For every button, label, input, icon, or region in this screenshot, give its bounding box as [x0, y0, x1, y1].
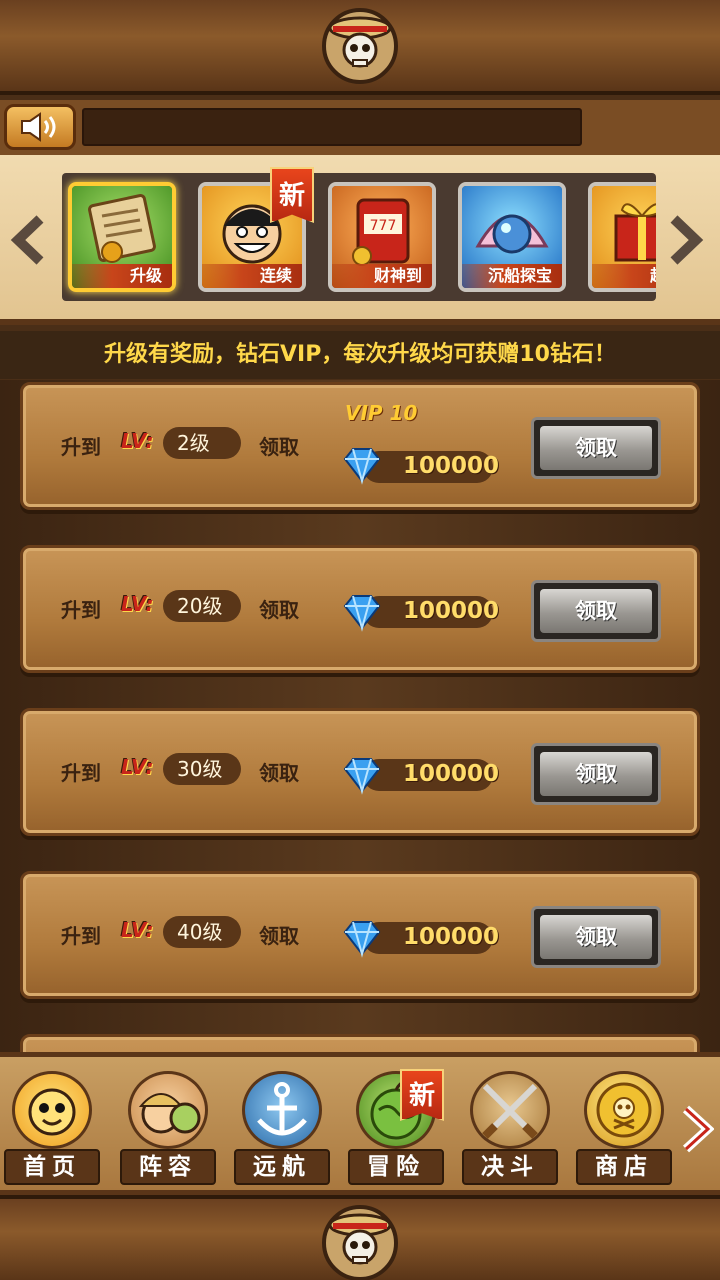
reach-label: 升到 — [61, 924, 101, 948]
claim-label: 领取 — [259, 598, 299, 622]
nav-item-shop[interactable]: 商店 — [572, 1071, 676, 1185]
diamond-amount: 100000 — [403, 598, 500, 624]
crossed-swords-icon — [470, 1071, 550, 1149]
nav-label: 首页 — [4, 1149, 100, 1185]
tile-label: 超级 — [592, 264, 656, 288]
tile-treasure[interactable]: 沉船探宝 — [458, 182, 566, 292]
tile-upgrade[interactable]: 升级 — [68, 182, 176, 292]
reach-label: 升到 — [61, 598, 101, 622]
top-frame — [0, 0, 720, 95]
nav-item-duel[interactable]: 决斗 — [458, 1071, 562, 1185]
chevron-left-icon — [10, 215, 44, 265]
reach-label: 升到 — [61, 435, 101, 459]
speaker-icon — [21, 112, 56, 142]
claim-button-label: 领取 — [540, 426, 652, 470]
diamond-amount: 100000 — [403, 453, 500, 479]
claim-button[interactable]: 领取 — [531, 906, 661, 968]
diamond-amount: 100000 — [403, 761, 500, 787]
nav-label: 阵容 — [120, 1149, 216, 1185]
carousel-next-button[interactable] — [668, 215, 704, 265]
tile-fortune[interactable]: 777 财神到 — [328, 182, 436, 292]
nav-item-voyage[interactable]: 远航 — [230, 1071, 334, 1185]
reward-card: 升到 LV: 40级 领取 100000 领取 — [20, 871, 700, 999]
sound-toggle-button[interactable] — [4, 104, 76, 150]
gold-coin-icon — [584, 1071, 664, 1149]
nav-item-home[interactable]: 首页 — [0, 1071, 104, 1185]
carousel-track: 升级 连续 777 财神到 沉船探宝 超级 — [62, 173, 656, 301]
nav-label: 决斗 — [462, 1149, 558, 1185]
skull-emblem-icon — [310, 5, 410, 85]
reward-card: 升到 LV: 30级 领取 100000 领取 — [20, 708, 700, 836]
claim-button[interactable]: 领取 — [531, 417, 661, 479]
claim-button-label: 领取 — [540, 915, 652, 959]
tile-label: 财神到 — [332, 264, 432, 288]
level-value: 30级 — [163, 753, 241, 785]
claim-label: 领取 — [259, 761, 299, 785]
diamond-icon — [343, 921, 381, 958]
reward-card — [20, 1034, 700, 1052]
lv-tag: LV: — [121, 429, 154, 453]
notice-bar — [0, 100, 720, 155]
bottom-frame — [0, 1195, 720, 1280]
lv-tag: LV: — [121, 918, 154, 942]
nav-label: 远航 — [234, 1149, 330, 1185]
new-badge: 新 — [400, 1069, 444, 1121]
skull-emblem-icon — [310, 1202, 410, 1280]
tile-label: 连续 — [202, 264, 302, 288]
announcement-marquee — [82, 108, 582, 146]
lv-tag: LV: — [121, 592, 154, 616]
tile-label: 沉船探宝 — [462, 264, 562, 288]
carousel-prev-button[interactable] — [10, 215, 46, 265]
sunny-figurehead-icon — [12, 1071, 92, 1149]
level-value: 2级 — [163, 427, 241, 459]
reward-list: 升到 LV: 2级 领取 VIP 10 100000 领取 升到 LV: 20级… — [0, 380, 720, 1052]
claim-button[interactable]: 领取 — [531, 580, 661, 642]
claim-button-label: 领取 — [540, 752, 652, 796]
nav-item-lineup[interactable]: 阵容 — [116, 1071, 220, 1185]
reach-label: 升到 — [61, 761, 101, 785]
lv-tag: LV: — [121, 755, 154, 779]
claim-label: 领取 — [259, 435, 299, 459]
claim-label: 领取 — [259, 924, 299, 948]
anchor-icon — [242, 1071, 322, 1149]
diamond-icon — [343, 595, 381, 632]
claim-button-label: 领取 — [540, 589, 652, 633]
tile-super[interactable]: 超级 — [588, 182, 656, 292]
claim-button[interactable]: 领取 — [531, 743, 661, 805]
diamond-icon — [343, 758, 381, 795]
bottom-nav: 首页 阵容 远航 冒险 决斗 商店 新 — [0, 1052, 720, 1195]
level-value: 40级 — [163, 916, 241, 948]
vip-label: VIP 10 — [345, 401, 418, 425]
chevron-right-icon — [670, 215, 704, 265]
tile-label: 升级 — [72, 264, 172, 288]
nav-label: 冒险 — [348, 1149, 444, 1185]
crew-icon — [128, 1071, 208, 1149]
level-value: 20级 — [163, 590, 241, 622]
diamond-icon — [343, 448, 381, 485]
reward-card: 升到 LV: 2级 领取 VIP 10 100000 领取 — [20, 382, 700, 510]
svg-text:777: 777 — [370, 218, 397, 234]
activity-carousel: 升级 连续 777 财神到 沉船探宝 超级 新 — [0, 155, 720, 325]
chevron-right-icon[interactable] — [680, 1105, 714, 1153]
reward-card: 升到 LV: 20级 领取 100000 领取 — [20, 545, 700, 673]
nav-label: 商店 — [576, 1149, 672, 1185]
reward-description: 升级有奖励，钻石VIP，每次升级均可获赠10钻石！ — [0, 331, 720, 379]
diamond-amount: 100000 — [403, 924, 500, 950]
